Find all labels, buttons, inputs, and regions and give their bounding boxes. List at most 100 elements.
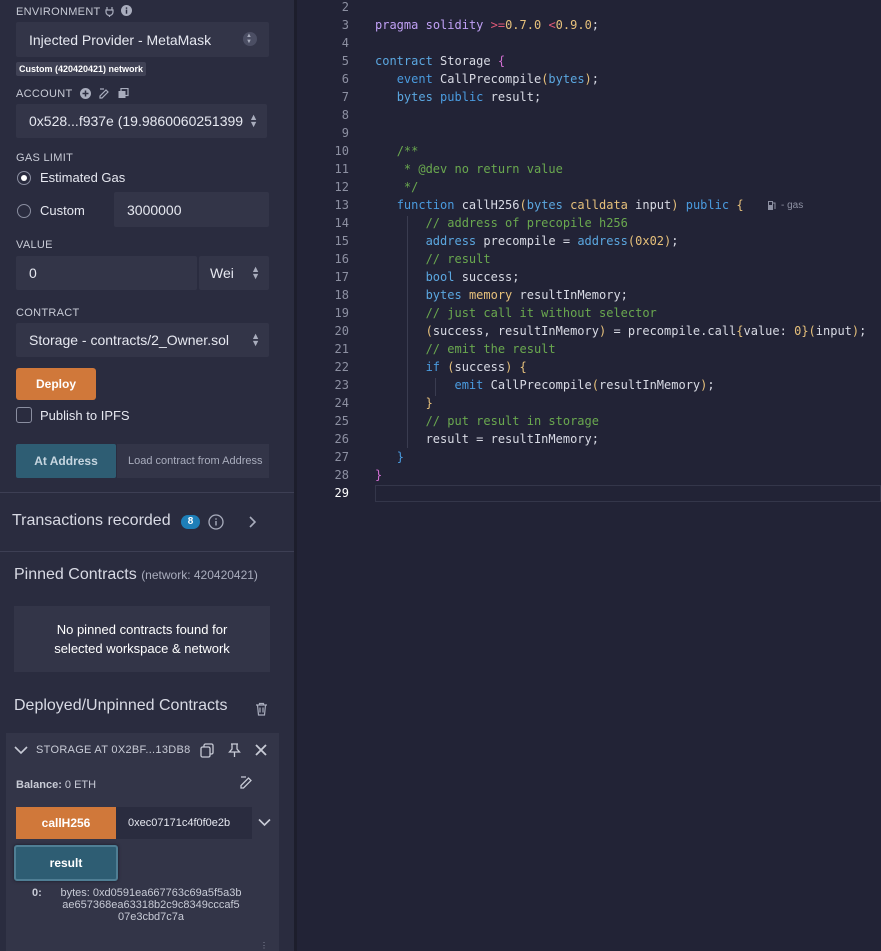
code-line: // address of precopile h256 <box>425 216 628 230</box>
estimated-gas-radio[interactable] <box>17 171 31 185</box>
select-arrows-icon: ▲ ▼ <box>249 112 258 129</box>
code-line: event CallPrecompile(bytes); <box>396 72 600 86</box>
code-line: } <box>396 450 404 464</box>
code-line: // result <box>425 252 491 266</box>
transactions-recorded-label[interactable]: Transactions recorded <box>12 512 171 530</box>
code-line: emit CallPrecompile(resultInMemory); <box>454 378 715 392</box>
plug-icon[interactable] <box>104 6 115 17</box>
code-line: } <box>375 468 383 482</box>
value-unit: Wei <box>210 265 234 281</box>
value-input[interactable]: 0 <box>16 256 197 290</box>
copy-icon[interactable] <box>118 88 129 99</box>
at-address-button[interactable]: At Address <box>16 444 116 478</box>
code-line: function callH256(bytes calldata input) … <box>396 198 744 212</box>
gas-estimate-hint: - gas <box>781 200 804 211</box>
pinned-network-text: (network: 420420421) <box>141 568 258 582</box>
call-h256-input[interactable]: 0xec07171c4f0f0e2b <box>116 807 252 839</box>
environment-label: ENVIRONMENT <box>16 6 101 18</box>
code-line: bytes memory resultInMemory; <box>425 288 628 302</box>
instance-name: STORAGE AT 0X2BF...13DB8 <box>36 744 191 756</box>
info-icon[interactable] <box>121 5 132 16</box>
result-line-1: bytes: 0xd0591ea667763c69a5f5a3b <box>60 887 242 899</box>
result-output: bytes: 0xd0591ea667763c69a5f5a3b ae65736… <box>46 887 256 923</box>
result-line-3: 07e3cbd7c7a <box>117 911 185 923</box>
indent-guide <box>435 378 436 396</box>
contract-select[interactable]: Storage - contracts/2_Owner.sol ▲ ▼ <box>16 323 269 357</box>
network-badge: Custom (420420421) network <box>16 62 147 76</box>
result-index: 0: <box>32 887 42 899</box>
code-line: bytes public result; <box>396 90 542 104</box>
edit-icon[interactable] <box>240 776 253 789</box>
code-line: */ <box>403 180 419 194</box>
resize-handle-icon[interactable]: ⋮ <box>260 941 268 950</box>
environment-select[interactable]: Injected Provider - MetaMask ▲ ▼ <box>16 22 269 57</box>
chevron-down-icon[interactable] <box>14 745 28 755</box>
balance-value: 0 ETH <box>64 779 97 791</box>
select-arrows-icon: ▲ ▼ <box>243 32 257 46</box>
environment-value: Injected Provider - MetaMask <box>29 31 212 48</box>
pinned-empty-line1: No pinned contracts found for <box>56 622 228 637</box>
account-label: ACCOUNT <box>16 88 73 100</box>
code-line: (success, resultInMemory) = precompile.c… <box>425 324 867 338</box>
code-line: // just call it without selector <box>425 306 657 320</box>
trash-icon[interactable] <box>255 702 268 716</box>
code-line: // emit the result <box>425 342 556 356</box>
pinned-title-text: Pinned Contracts <box>14 566 137 583</box>
pin-icon[interactable] <box>228 743 241 758</box>
gas-limit-value: 3000000 <box>127 201 182 218</box>
edit-icon[interactable] <box>99 88 110 99</box>
code-line: address precompile = address(0x02); <box>425 234 679 248</box>
custom-gas-radio[interactable] <box>17 204 31 218</box>
gas-limit-input[interactable]: 3000000 <box>114 192 269 227</box>
code-line: contract Storage { <box>375 54 506 68</box>
chevron-down-icon[interactable] <box>258 818 271 827</box>
add-account-icon[interactable] <box>80 88 91 99</box>
load-address-placeholder: Load contract from Address <box>128 455 263 467</box>
code-line: bool success; <box>425 270 520 284</box>
code-editor[interactable]: 2 3 4 5 6 7 8 9 10 11 12 13 14 15 16 17 … <box>297 0 881 951</box>
transactions-count-badge: 8 <box>181 515 200 529</box>
value-amount: 0 <box>29 265 37 281</box>
value-label: VALUE <box>16 239 53 251</box>
code-line: result = resultInMemory; <box>375 432 599 446</box>
copy-icon[interactable] <box>200 743 214 758</box>
account-select[interactable]: 0x528...f937e (19.9860060251399 ▲ ▼ <box>16 104 267 138</box>
deployed-instance-card: STORAGE AT 0X2BF...13DB8 Balance: 0 ETH … <box>6 733 279 951</box>
code-line: * @dev no return value <box>403 162 563 176</box>
account-value: 0x528...f937e (19.9860060251399 <box>29 113 244 129</box>
close-icon[interactable] <box>255 744 267 756</box>
publish-ipfs-checkbox[interactable] <box>16 407 32 423</box>
call-h256-button[interactable]: callH256 <box>16 807 116 839</box>
balance-label: Balance: <box>16 779 62 791</box>
contract-value: Storage - contracts/2_Owner.sol <box>29 332 229 348</box>
divider <box>0 551 294 552</box>
contract-label: CONTRACT <box>16 307 80 319</box>
divider <box>0 492 294 493</box>
call-h256-input-value: 0xec07171c4f0f0e2b <box>128 817 231 829</box>
chevron-right-icon[interactable] <box>248 516 258 528</box>
pinned-empty-box: No pinned contracts found for selected w… <box>14 606 270 672</box>
code-line: // put result in storage <box>425 414 599 428</box>
custom-gas-label: Custom <box>40 203 85 218</box>
load-address-input[interactable]: Load contract from Address <box>117 444 269 478</box>
info-icon[interactable] <box>208 514 224 530</box>
code-line: if (success) { <box>425 360 527 374</box>
deploy-run-panel: ENVIRONMENT Injected Provider - MetaMask… <box>0 0 294 951</box>
pinned-empty-line2: selected workspace & network <box>54 641 230 656</box>
publish-ipfs-label: Publish to IPFS <box>40 408 130 423</box>
code-line: /** <box>396 144 419 158</box>
indent-guide <box>407 216 408 448</box>
deploy-button[interactable]: Deploy <box>16 368 96 400</box>
estimated-gas-label: Estimated Gas <box>40 170 126 185</box>
code-line: } <box>425 396 433 410</box>
select-arrows-icon: ▲ ▼ <box>251 264 260 281</box>
value-unit-select[interactable]: Wei ▲ ▼ <box>199 256 269 290</box>
code-line: pragma solidity >=0.7.0 <0.9.0; <box>375 18 600 32</box>
code-lines: pragma solidity >=0.7.0 <0.9.0; contract… <box>297 0 881 951</box>
deployed-contracts-title: Deployed/Unpinned Contracts <box>14 697 228 714</box>
result-button[interactable]: result <box>14 845 118 881</box>
balance-row: Balance: 0 ETH <box>16 779 96 791</box>
select-arrows-icon: ▲ ▼ <box>251 331 260 348</box>
result-line-2: ae657368ea63318b2c9c8349cccaf5 <box>62 899 240 911</box>
gas-pump-icon <box>768 201 776 210</box>
